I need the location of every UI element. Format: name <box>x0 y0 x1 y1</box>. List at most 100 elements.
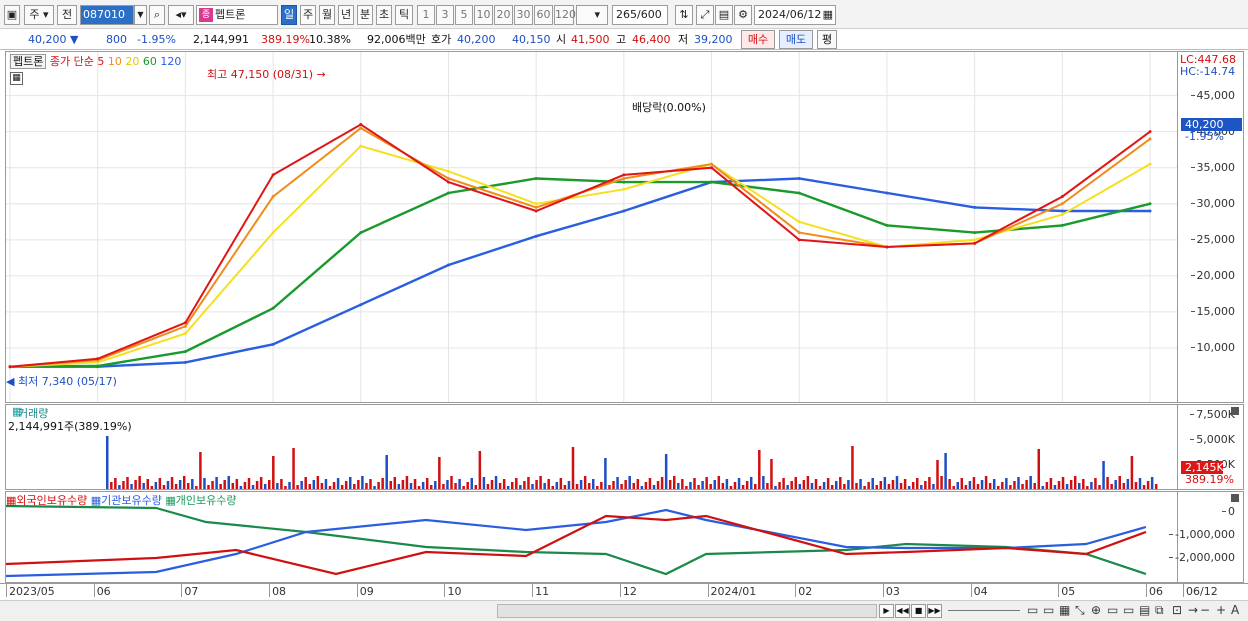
layout-icon[interactable]: ▭ <box>1027 603 1038 617</box>
x-axis-label: 07 <box>181 583 199 598</box>
volume-bar <box>312 480 316 489</box>
arrow-right-icon[interactable]: → <box>1188 603 1198 617</box>
interval-10-button[interactable]: 10 <box>474 5 493 25</box>
crosshair-icon[interactable]: ⊕ <box>1091 603 1101 617</box>
period-main-select[interactable]: 주 ▾ <box>24 5 54 25</box>
holdings-panel[interactable]: ▦외국인보유수량 ▦기관보유수량 ▦개인보유수량 <box>5 491 1178 583</box>
zoom-out-icon[interactable]: − <box>1200 603 1210 617</box>
volume-bar <box>810 483 814 489</box>
stock-code-input[interactable]: 087010 <box>80 5 134 25</box>
volume-bar <box>138 476 141 489</box>
period-second-button[interactable]: 초 <box>376 5 392 25</box>
toolbar: ▣ 주 ▾ 전 087010 ▼ ⌕ ◂▾ 종 펩트론 일 주 월 년 분 초 … <box>0 0 1248 29</box>
buy-button[interactable]: 매수 <box>741 30 775 49</box>
draw-icon[interactable]: ⤢ <box>696 5 714 25</box>
sell-button[interactable]: 매도 <box>779 30 813 49</box>
stock-name-field[interactable]: 종 펩트론 <box>196 5 278 25</box>
volume-bar <box>1150 477 1154 489</box>
volume-bar <box>766 483 769 489</box>
font-size-icon[interactable]: A <box>1231 603 1239 617</box>
holdings-y-axis: 0 -1,000,000 -2,000,000 <box>1169 491 1244 583</box>
interval-30-button[interactable]: 30 <box>514 5 533 25</box>
volume-bar <box>976 484 980 489</box>
legend-ma-label: 종가 단순 <box>49 55 94 68</box>
eval-button[interactable]: 평 <box>817 30 837 49</box>
compare-icon[interactable]: ⇅ <box>675 5 693 25</box>
price-chart-panel[interactable]: 펩트론 종가 단순 5 10 20 60 120 ▦ 최고 47,150 (08… <box>5 51 1178 403</box>
legend-ma120: 120 <box>160 55 182 68</box>
fit-icon[interactable]: ▭ <box>1107 603 1118 617</box>
scroll-start-button[interactable]: ◀◀ <box>895 604 910 618</box>
prev-button[interactable]: 전 <box>57 5 77 25</box>
period-minute-button[interactable]: 분 <box>357 5 373 25</box>
ma-60-point <box>359 231 363 235</box>
code-dropdown-icon[interactable]: ▼ <box>134 5 147 25</box>
volume-bar <box>369 479 372 489</box>
volume-bar <box>851 446 854 489</box>
print-icon[interactable]: ▤ <box>1139 603 1150 617</box>
zoom-slider[interactable] <box>948 610 1020 611</box>
panel-close-icon[interactable] <box>1231 407 1239 415</box>
settings-icon[interactable]: ⊡ <box>1172 603 1182 617</box>
search-icon[interactable]: ⌕ <box>149 5 165 25</box>
interval-5-button[interactable]: 5 <box>455 5 473 25</box>
interval-3-button[interactable]: 3 <box>436 5 454 25</box>
grid-icon[interactable]: ▦ <box>1059 603 1070 617</box>
period-year-button[interactable]: 년 <box>338 5 354 25</box>
scroll-right-button[interactable]: ▶ <box>879 604 894 618</box>
window-icon[interactable]: ▣ <box>4 5 20 25</box>
interval-60-button[interactable]: 60 <box>534 5 553 25</box>
ma-120-point <box>1060 209 1064 213</box>
volume-value: 2,144,991주(389.19%) <box>8 420 132 433</box>
volume-bar <box>697 485 700 489</box>
interval-20-button[interactable]: 20 <box>494 5 513 25</box>
interval-120-button[interactable]: 120 <box>554 5 576 25</box>
volume-bar <box>490 480 494 489</box>
time-scrollbar[interactable] <box>497 604 877 618</box>
volume-bar <box>1130 456 1134 489</box>
volume-bar <box>276 483 279 489</box>
date-input[interactable]: 2024/06/12 ▦ <box>754 5 836 25</box>
trend-icon[interactable]: ⤡ <box>1075 603 1085 618</box>
interval-custom-select[interactable]: ▾ <box>576 5 608 25</box>
volume-bar <box>952 486 955 489</box>
period-day-button[interactable]: 일 <box>281 5 297 25</box>
volume-panel[interactable]: ▦ 거래량 2,144,991주(389.19%) <box>5 404 1178 490</box>
table-icon[interactable]: ▦ <box>10 72 23 85</box>
volume-bar <box>916 478 919 489</box>
price-y-tick: 45,000 <box>1190 88 1235 102</box>
volume-bar <box>1009 485 1012 489</box>
panel-close-icon[interactable] <box>1231 494 1239 502</box>
interval-1-button[interactable]: 1 <box>417 5 435 25</box>
quote-bid-label: 호가 <box>431 33 452 46</box>
volume-bar <box>211 481 214 489</box>
calendar-icon[interactable]: ▦ <box>823 6 833 24</box>
volume-bar <box>110 482 113 489</box>
save-icon[interactable]: ▤ <box>715 5 733 25</box>
stop-button[interactable]: ■ <box>911 604 926 618</box>
scroll-end-button[interactable]: ▶▶ <box>927 604 942 618</box>
layout-split-icon[interactable]: ▭ <box>1043 603 1054 617</box>
ma-60-point <box>534 177 538 181</box>
volume-bar <box>717 476 721 489</box>
ma-120-point <box>885 191 889 195</box>
bottom-bar: ▶ ◀◀ ■ ▶▶ ▭ ▭ ▦ ⤡ ⊕ ▭ ▭ ▤ ⧉ ⊡ → − + A <box>0 600 1248 621</box>
volume-bar <box>847 480 850 489</box>
legend-stock-name[interactable]: 펩트론 <box>10 54 47 69</box>
gear-icon[interactable]: ⚙ <box>734 5 752 25</box>
volume-y-tick: 5,000K <box>1190 433 1235 446</box>
volume-bar <box>693 478 696 489</box>
copy-icon[interactable]: ⧉ <box>1155 603 1164 618</box>
count-input[interactable]: 265/600 <box>612 5 668 25</box>
volume-bar <box>895 476 899 489</box>
volume-bar <box>932 484 935 489</box>
zoom-in-icon[interactable]: + <box>1216 603 1226 617</box>
speaker-icon[interactable]: ◂▾ <box>168 5 194 25</box>
volume-bar <box>365 483 368 489</box>
period-tick-button[interactable]: 틱 <box>395 5 413 25</box>
volume-bar <box>458 479 461 489</box>
overlay-icon[interactable]: ▭ <box>1123 603 1134 617</box>
volume-bar <box>596 486 599 489</box>
period-week-button[interactable]: 주 <box>300 5 316 25</box>
period-month-button[interactable]: 월 <box>319 5 335 25</box>
